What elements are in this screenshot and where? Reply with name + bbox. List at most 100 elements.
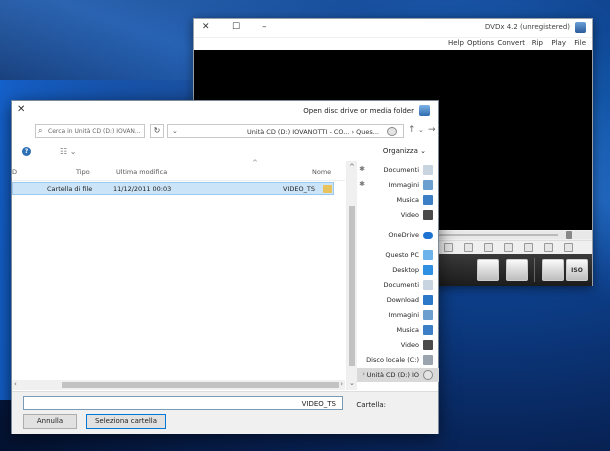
rewind-icon[interactable] [464,243,473,252]
help-icon[interactable]: ? [22,147,31,156]
nav-label: Video [400,211,419,219]
folder-dialog-icon [419,105,430,116]
search-input[interactable]: Cerca in Unità CD (D:) IOVAN... [48,128,141,135]
folder-field[interactable]: VIDEO_TS [23,396,343,410]
up-arrow-icon[interactable]: ↑ [408,125,416,135]
nav-label: Video [400,341,419,349]
nav-label: OneDrive [388,231,419,239]
chevron-down-icon[interactable]: ⌄ [172,127,178,135]
nav-item-immagini[interactable]: ✱ Immagini [357,178,439,192]
nav-label: Download [386,296,419,304]
dialog-titlebar: ✕ Open disc drive or media folder [12,101,438,121]
vertical-scrollbar[interactable]: ^ ⌄ [347,161,357,390]
nav-item-video-pc[interactable]: Video [357,338,439,352]
folder-field-value: VIDEO_TS [301,400,336,408]
dialog-footer: Cartella: VIDEO_TS Seleziona cartella An… [12,391,438,434]
scroll-thumb[interactable] [62,382,339,388]
refresh-button[interactable]: ↻ [150,124,164,138]
cd-drive-icon [387,127,397,136]
organize-menu[interactable]: Organizza ⌄ [383,147,426,155]
nav-label: Questo PC [385,251,419,259]
close-icon[interactable]: ✕ [17,104,25,115]
select-folder-button[interactable]: Seleziona cartella [86,414,166,429]
cloud-icon [423,232,433,239]
column-headers: Nome Ultima modifica Tipo D ^ [12,159,345,181]
nav-item-documenti[interactable]: ✱ Documenti [357,163,439,177]
address-bar[interactable]: ⌄ Unità CD (D:) IOVANOTTI - CO... › Ques… [167,124,404,138]
table-row[interactable]: VIDEO_TS 11/12/2011 00:03 Cartella di fi… [12,182,334,195]
sort-arrow-icon: ^ [252,159,258,167]
computer-icon [423,250,433,260]
pin-icon: ✱ [359,165,365,173]
command-bar: ? ☷ ⌄ Organizza ⌄ [12,142,438,160]
menu-help[interactable]: Help [448,39,464,47]
convert-icon[interactable] [477,259,499,281]
scroll-left-icon[interactable]: ‹ [14,380,17,388]
recent-dropdown-icon[interactable]: ⌄ [418,126,424,134]
file-name: VIDEO_TS [283,185,315,193]
menu-play[interactable]: Play [551,39,566,47]
nav-label: Disco locale (C:) [366,356,419,364]
chevron-right-icon[interactable]: › [362,370,365,378]
documents-icon [423,165,433,175]
close-icon[interactable]: ✕ [202,22,210,32]
dialog-title: Open disc drive or media folder [303,107,414,115]
rip-icon[interactable] [506,259,528,281]
download-icon [423,295,433,305]
stop-icon[interactable] [524,243,533,252]
search-box[interactable]: ⌕ Cerca in Unità CD (D:) IOVAN... [35,124,145,138]
nav-label: Unità CD (D:) IO [366,371,419,379]
maximize-icon[interactable]: ☐ [232,22,240,32]
back-arrow-icon[interactable]: → [428,125,436,135]
horizontal-scrollbar[interactable]: ‹ › [12,380,345,390]
screenshot-icon[interactable] [444,243,453,252]
view-options-icon[interactable]: ☷ ⌄ [60,147,76,156]
column-size[interactable]: D [12,168,17,176]
pause-icon[interactable] [504,243,513,252]
menu-options[interactable]: Options [467,39,494,47]
nav-item-video[interactable]: Video [357,208,439,222]
volume-handle[interactable] [566,231,572,239]
nav-label: Musica [396,326,419,334]
nav-label: Desktop [392,266,419,274]
nav-item-musica[interactable]: Musica [357,193,439,207]
play-icon[interactable] [484,243,493,252]
snapshot-icon[interactable] [564,243,573,252]
file-type: Cartella di file [47,185,93,193]
nav-item-download[interactable]: Download [357,293,439,307]
scroll-up-icon[interactable]: ^ [349,163,355,171]
cd-drive-icon [423,370,433,380]
nav-item-immagini-pc[interactable]: Immagini [357,308,439,322]
column-modified[interactable]: Ultima modifica [116,168,167,176]
nav-item-documenti-pc[interactable]: Documenti [357,278,439,292]
menu-convert[interactable]: Convert [497,39,525,47]
menu-file[interactable]: File [574,39,586,47]
column-name[interactable]: Nome [312,168,331,176]
nav-item-disco-locale[interactable]: Disco locale (C:) [357,353,439,367]
video-icon [423,210,433,220]
documents-icon [423,280,433,290]
nav-item-unita-cd[interactable]: › Unità CD (D:) IO [357,368,439,382]
nav-item-onedrive[interactable]: OneDrive [357,228,439,242]
nav-item-musica-pc[interactable]: Musica [357,323,439,337]
minimize-icon[interactable]: – [262,22,267,32]
disc-icon[interactable] [542,259,564,281]
dvdx-titlebar: ✕ ☐ – DVDx 4.2 (unregistered) [194,19,592,37]
nav-item-desktop[interactable]: Desktop [357,263,439,277]
scroll-right-icon[interactable]: › [340,380,343,388]
nav-item-questo-pc[interactable]: Questo PC [357,248,439,262]
file-list: Nome Ultima modifica Tipo D ^ VIDEO_TS 1… [12,159,345,390]
search-icon: ⌕ [38,126,43,135]
cancel-button[interactable]: Annulla [23,414,77,429]
column-type[interactable]: Tipo [76,168,90,176]
breadcrumb[interactable]: Unità CD (D:) IOVANOTTI - CO... › Ques..… [247,128,379,136]
pictures-icon [423,310,433,320]
folder-dialog: ✕ Open disc drive or media folder ⌕ Cerc… [11,100,439,434]
scroll-down-icon[interactable]: ⌄ [349,379,355,387]
scroll-thumb[interactable] [349,206,355,366]
iso-icon[interactable]: ISO [566,259,588,281]
forward-icon[interactable] [544,243,553,252]
music-icon [423,195,433,205]
desktop-icon [423,265,433,275]
menu-rip[interactable]: Rip [532,39,543,47]
